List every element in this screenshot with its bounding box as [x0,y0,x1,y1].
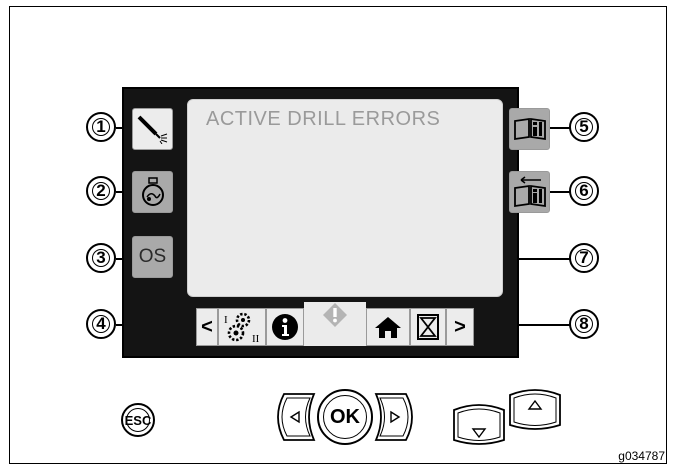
tab-hourglass[interactable] [410,308,446,346]
book-info-icon [513,117,546,141]
callout-7: 7 [569,243,599,273]
engine-button[interactable] [132,171,173,213]
callout-3: 3 [86,243,116,273]
spray-nozzle-button[interactable] [132,108,173,150]
callout-8-label: 8 [579,314,589,333]
callout-1-label: 1 [96,117,106,136]
tab-info[interactable] [266,308,304,346]
tab-next[interactable]: > [446,308,474,346]
gears-icon: I II [224,312,260,344]
info-icon [272,314,298,340]
manual-button[interactable] [509,108,550,150]
tab-prev[interactable]: < [196,308,218,346]
callout-8: 8 [569,309,599,339]
esc-key[interactable]: ESC [121,403,155,437]
callout-1: 1 [86,112,116,142]
callout-leader-8 [517,324,570,326]
spray-nozzle-icon [137,115,167,144]
os-button[interactable]: OS [132,236,173,278]
callout-leader-5 [550,127,570,129]
tab-bar: < I II > [196,302,494,350]
callout-leader-7 [517,258,570,260]
callout-7-label: 7 [579,248,589,267]
callout-6-label: 6 [579,181,589,200]
engine-icon [141,177,164,206]
display-screen: OS ACTIVE DRILL ERRORS < I II > [122,87,550,358]
left-arrow-key[interactable] [270,392,320,442]
esc-key-label: ESC [124,412,152,428]
callout-4: 4 [86,309,116,339]
os-button-label: OS [138,246,167,267]
tab-next-label: > [454,315,466,338]
callout-leader-6 [550,191,570,193]
content-panel: ACTIVE DRILL ERRORS [187,99,503,297]
callout-5-label: 5 [579,117,589,136]
callout-4-label: 4 [96,314,106,333]
book-return-icon [513,176,546,208]
callout-3-label: 3 [96,248,106,267]
callout-5: 5 [569,112,599,142]
tab-alerts[interactable] [304,302,366,346]
callout-2: 2 [86,176,116,206]
callout-2-label: 2 [96,181,106,200]
page-title: ACTIVE DRILL ERRORS [206,108,441,130]
manual-return-button[interactable] [509,171,550,213]
tab-prev-label: < [201,315,213,338]
warning-icon [323,303,347,327]
up-arrow-key[interactable] [508,387,562,431]
home-icon [375,317,401,338]
tab-home[interactable] [366,308,410,346]
hourglass-icon [417,314,439,340]
svg-text:II: II [252,333,260,344]
right-arrow-key[interactable] [370,392,420,442]
ok-key[interactable]: OK [317,389,373,445]
tab-settings[interactable]: I II [218,308,266,346]
svg-text:I: I [224,314,228,326]
figure-code: g034787 [618,449,665,463]
down-arrow-key[interactable] [452,402,506,446]
callout-6: 6 [569,176,599,206]
ok-key-label: OK [330,405,360,428]
